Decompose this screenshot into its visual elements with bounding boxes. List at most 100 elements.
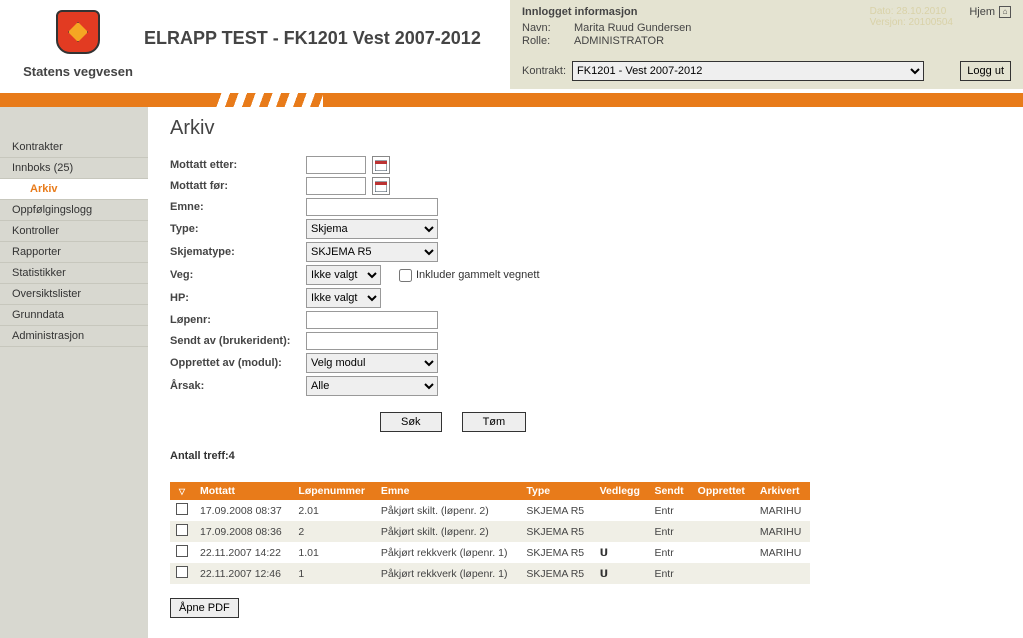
cell-opprettet: [692, 563, 754, 584]
tom-button[interactable]: Tøm: [462, 412, 527, 432]
role-label: Rolle:: [522, 35, 574, 47]
cell-emne: Påkjørt skilt. (løpenr. 2): [375, 500, 521, 521]
input-lopenr[interactable]: [306, 311, 438, 329]
cell-lopenummer: 2.01: [292, 500, 374, 521]
input-mottatt-etter[interactable]: [306, 156, 366, 174]
sidebar-item-kontroller[interactable]: Kontroller: [0, 221, 148, 242]
cell-mottatt: 22.11.2007 14:22: [194, 542, 292, 563]
cell-arkivert: MARIHU: [754, 500, 810, 521]
label-skjematype: Skjematype:: [170, 246, 306, 258]
th-arkivert[interactable]: Arkivert: [754, 482, 810, 500]
table-row[interactable]: 17.09.2008 08:362Påkjørt skilt. (løpenr.…: [170, 521, 810, 542]
logg-ut-button[interactable]: Logg ut: [960, 61, 1011, 81]
row-checkbox[interactable]: [176, 545, 188, 557]
table-row[interactable]: 22.11.2007 12:461Påkjørt rekkverk (løpen…: [170, 563, 810, 584]
sidebar-item-rapporter[interactable]: Rapporter: [0, 242, 148, 263]
label-lopenr: Løpenr:: [170, 314, 306, 326]
cell-vedlegg: 𝗨: [594, 542, 649, 563]
results-table: ▽ Mottatt Løpenummer Emne Type Vedlegg S…: [170, 482, 810, 584]
main: Arkiv Mottatt etter: Mottatt før: Emne: …: [148, 107, 1023, 638]
row-checkbox[interactable]: [176, 524, 188, 536]
label-veg: Veg:: [170, 269, 306, 281]
orange-bar: [0, 93, 1023, 107]
th-checkbox[interactable]: ▽: [170, 482, 194, 500]
bar-stripes: [213, 93, 323, 107]
sok-button[interactable]: Søk: [380, 412, 442, 432]
sidebar: Kontrakter Innboks (25) Arkiv Oppfølging…: [0, 107, 148, 638]
select-type[interactable]: Skjema: [306, 219, 438, 239]
home-link[interactable]: Hjem ⌂: [969, 6, 1011, 18]
label-mottatt-for: Mottatt før:: [170, 180, 306, 192]
role-value: ADMINISTRATOR: [574, 35, 664, 47]
cell-type: SKJEMA R5: [520, 563, 593, 584]
kontrakt-select[interactable]: FK1201 - Vest 2007-2012: [572, 61, 924, 81]
cell-mottatt: 22.11.2007 12:46: [194, 563, 292, 584]
cal-mottatt-etter-icon[interactable]: [372, 156, 390, 174]
th-opprettet[interactable]: Opprettet: [692, 482, 754, 500]
sidebar-item-oversiktslister[interactable]: Oversiktslister: [0, 284, 148, 305]
cell-sendt: Entr: [648, 521, 691, 542]
home-icon: ⌂: [999, 6, 1011, 18]
sidebar-item-innboks[interactable]: Innboks (25): [0, 158, 148, 179]
cell-arkivert: [754, 563, 810, 584]
sidebar-item-administrasjon[interactable]: Administrasjon: [0, 326, 148, 347]
cell-vedlegg: [594, 500, 649, 521]
th-type[interactable]: Type: [520, 482, 593, 500]
cell-type: SKJEMA R5: [520, 521, 593, 542]
cell-lopenummer: 1: [292, 563, 374, 584]
select-veg[interactable]: Ikke valgt: [306, 265, 381, 285]
sidebar-item-statistikker[interactable]: Statistikker: [0, 263, 148, 284]
cell-lopenummer: 1.01: [292, 542, 374, 563]
checkbox-inkluder[interactable]: [399, 269, 412, 282]
app-title: ELRAPP TEST - FK1201 Vest 2007-2012: [144, 28, 481, 49]
name-label: Navn:: [522, 22, 574, 34]
cell-arkivert: MARIHU: [754, 521, 810, 542]
cell-sendt: Entr: [648, 500, 691, 521]
table-row[interactable]: 17.09.2008 08:372.01Påkjørt skilt. (løpe…: [170, 500, 810, 521]
cell-emne: Påkjørt rekkverk (løpenr. 1): [375, 563, 521, 584]
name-value: Marita Ruud Gundersen: [574, 22, 691, 34]
header: Statens vegvesen ELRAPP TEST - FK1201 Ve…: [0, 0, 1023, 89]
sidebar-item-kontrakter[interactable]: Kontrakter: [0, 137, 148, 158]
cell-emne: Påkjørt skilt. (løpenr. 2): [375, 521, 521, 542]
cell-emne: Påkjørt rekkverk (løpenr. 1): [375, 542, 521, 563]
paperclip-icon: 𝗨: [600, 568, 609, 580]
layout: Kontrakter Innboks (25) Arkiv Oppfølging…: [0, 107, 1023, 638]
cell-mottatt: 17.09.2008 08:37: [194, 500, 292, 521]
sidebar-item-oppfolgingslogg[interactable]: Oppfølgingslogg: [0, 200, 148, 221]
cell-type: SKJEMA R5: [520, 500, 593, 521]
kontrakt-label: Kontrakt:: [522, 65, 566, 77]
table-row[interactable]: 22.11.2007 14:221.01Påkjørt rekkverk (lø…: [170, 542, 810, 563]
th-lopenummer[interactable]: Løpenummer: [292, 482, 374, 500]
label-opprettet-av: Opprettet av (modul):: [170, 357, 320, 369]
select-hp[interactable]: Ikke valgt: [306, 288, 381, 308]
th-sendt[interactable]: Sendt: [648, 482, 691, 500]
th-emne[interactable]: Emne: [375, 482, 521, 500]
cell-lopenummer: 2: [292, 521, 374, 542]
faded-version: Versjon: 20100504: [870, 17, 953, 28]
select-arsak[interactable]: Alle: [306, 376, 438, 396]
sidebar-item-grunndata[interactable]: Grunndata: [0, 305, 148, 326]
open-pdf-button[interactable]: Åpne PDF: [170, 598, 239, 618]
cell-opprettet: [692, 500, 754, 521]
select-skjematype[interactable]: SKJEMA R5: [306, 242, 438, 262]
sidebar-item-arkiv[interactable]: Arkiv: [0, 179, 148, 200]
header-left: Statens vegvesen ELRAPP TEST - FK1201 Ve…: [0, 0, 510, 89]
select-opprettet-av[interactable]: Velg modul: [306, 353, 438, 373]
input-mottatt-for[interactable]: [306, 177, 366, 195]
input-sendt-av[interactable]: [306, 332, 438, 350]
logo-icon: [48, 8, 108, 60]
input-emne[interactable]: [306, 198, 438, 216]
row-checkbox[interactable]: [176, 503, 188, 515]
th-mottatt[interactable]: Mottatt: [194, 482, 292, 500]
cal-mottatt-for-icon[interactable]: [372, 177, 390, 195]
home-label: Hjem: [969, 6, 995, 18]
kontrakt-row: Kontrakt: FK1201 - Vest 2007-2012 Logg u…: [522, 61, 1011, 81]
label-emne: Emne:: [170, 201, 306, 213]
paperclip-icon: 𝗨: [600, 547, 609, 559]
th-vedlegg[interactable]: Vedlegg: [594, 482, 649, 500]
table-header: ▽ Mottatt Løpenummer Emne Type Vedlegg S…: [170, 482, 810, 500]
label-arsak: Årsak:: [170, 380, 306, 392]
row-checkbox[interactable]: [176, 566, 188, 578]
treff-label: Antall treff:4: [170, 450, 1007, 462]
